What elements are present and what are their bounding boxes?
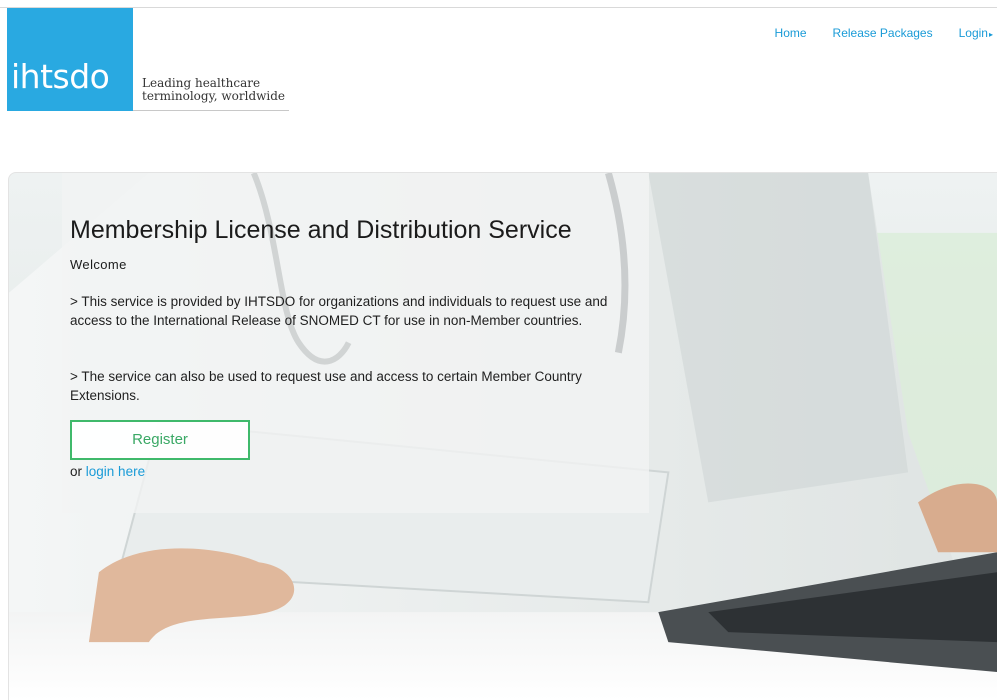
- top-nav: Home Release Packages Login▸: [775, 26, 993, 40]
- or-text: or: [70, 464, 83, 479]
- ihtsdo-logo[interactable]: ihtsdo: [7, 8, 133, 111]
- hero-banner: Membership License and Distribution Serv…: [8, 172, 997, 700]
- extensions-description: > The service can also be used to reques…: [70, 369, 582, 403]
- logo-tagline: Leading healthcare terminology, worldwid…: [142, 77, 285, 103]
- caret-right-icon: ▸: [988, 30, 993, 39]
- page-title: Membership License and Distribution Serv…: [70, 216, 572, 244]
- nav-home-link[interactable]: Home: [775, 26, 807, 40]
- login-prompt: or login here: [70, 464, 145, 479]
- tagline-line-2: terminology, worldwide: [142, 89, 286, 103]
- header-divider: [0, 7, 997, 8]
- welcome-heading: Welcome: [70, 257, 127, 272]
- logo-wordmark: ihtsdo: [11, 57, 110, 96]
- tagline-underline: [133, 110, 289, 111]
- nav-login-label: Login: [958, 26, 988, 40]
- login-here-link[interactable]: login here: [86, 464, 145, 479]
- nav-release-packages-link[interactable]: Release Packages: [833, 26, 933, 40]
- nav-login-link[interactable]: Login▸: [959, 26, 993, 40]
- register-button[interactable]: Register: [70, 420, 250, 460]
- service-description: > This service is provided by IHTSDO for…: [70, 294, 608, 328]
